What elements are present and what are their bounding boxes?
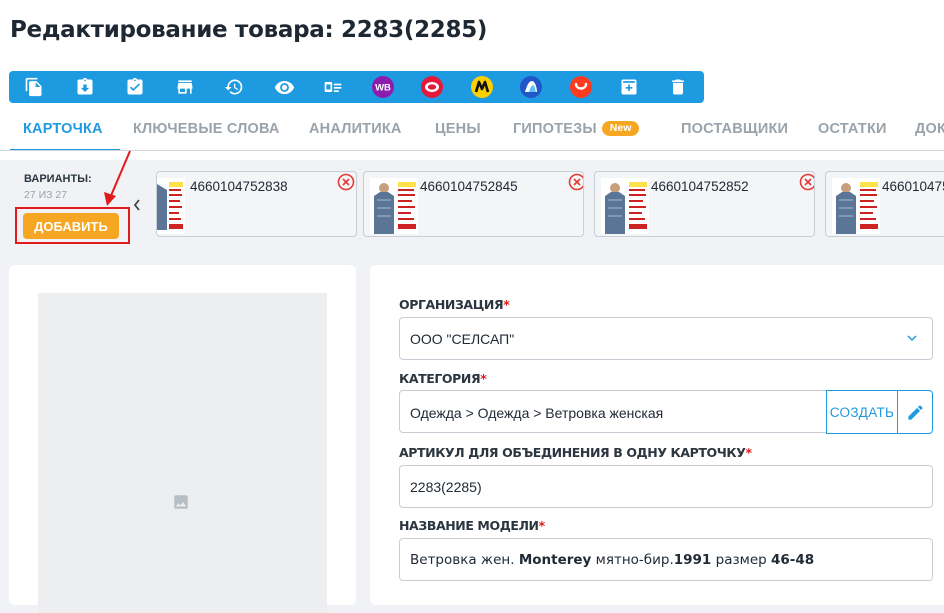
tab-bar: КАРТОЧКА КЛЮЧЕВЫЕ СЛОВА АНАЛИТИКА ЦЕНЫ Г…	[0, 113, 944, 151]
eye-icon[interactable]	[272, 75, 296, 99]
variant-code: 4660104752852	[651, 179, 749, 194]
edit-category-button[interactable]	[897, 390, 933, 434]
copy-icon[interactable]	[22, 75, 46, 99]
organization-value: ООО "СЕЛСАП"	[410, 331, 515, 347]
image-icon	[174, 495, 188, 509]
image-panel	[9, 265, 356, 613]
page-title: Редактирование товара: 2283(2285)	[10, 17, 488, 43]
wildberries-logo-icon[interactable]: WB	[371, 75, 395, 99]
remove-variant-icon[interactable]	[337, 173, 355, 191]
pencil-icon	[907, 404, 923, 420]
variant-code: 466010475	[882, 179, 944, 194]
action-toolbar: WB	[9, 71, 704, 103]
id-card-icon[interactable]	[321, 75, 345, 99]
article-value: 2283(2285)	[410, 479, 482, 495]
tab-hypotheses[interactable]: ГИПОТЕЗЫ New	[513, 121, 640, 137]
model-name-input[interactable]: Ветровка жен. Monterey мятно-бир.1991 ра…	[399, 538, 933, 581]
new-badge: New	[601, 121, 640, 136]
tabs-divider	[0, 150, 944, 151]
aliexpress-logo-icon[interactable]	[569, 75, 593, 99]
model-name-value: Ветровка жен. Monterey мятно-бир.1991 ра…	[410, 552, 815, 568]
archive-add-icon[interactable]	[617, 75, 641, 99]
tab-documents[interactable]: ДОК	[915, 121, 944, 137]
variant-card[interactable]: 4660104752852	[594, 171, 815, 237]
category-label: КАТЕГОРИЯ*	[399, 371, 487, 386]
product-thumbnail	[370, 178, 418, 234]
organization-label: ОРГАНИЗАЦИЯ*	[399, 297, 510, 312]
variants-count: 27 ИЗ 27	[24, 189, 68, 201]
ozon-logo-icon[interactable]	[420, 75, 444, 99]
variants-label: ВАРИАНТЫ:	[24, 173, 92, 185]
product-thumbnail	[157, 178, 185, 234]
chevron-down-icon	[907, 335, 917, 342]
product-thumbnail	[832, 178, 880, 234]
variant-code: 4660104752845	[420, 179, 518, 194]
trash-icon[interactable]	[666, 75, 690, 99]
tab-stock[interactable]: ОСТАТКИ	[818, 121, 887, 137]
tab-card[interactable]: КАРТОЧКА	[23, 121, 103, 137]
store-icon[interactable]	[173, 75, 197, 99]
category-field[interactable]: Одежда > Одежда > Ветровка женская	[399, 390, 829, 433]
create-category-button[interactable]: СОЗДАТЬ	[826, 390, 898, 434]
yandex-market-logo-icon[interactable]	[470, 75, 494, 99]
category-value: Одежда > Одежда > Ветровка женская	[410, 405, 664, 421]
history-icon[interactable]	[222, 75, 246, 99]
image-placeholder[interactable]	[38, 293, 327, 613]
variant-card[interactable]: 4660104752845	[363, 171, 584, 237]
variant-card[interactable]: 4660104752838	[156, 171, 357, 237]
remove-variant-icon[interactable]	[799, 173, 815, 191]
sbermegamarket-logo-icon[interactable]	[519, 75, 543, 99]
tab-keywords[interactable]: КЛЮЧЕВЫЕ СЛОВА	[133, 121, 280, 137]
tab-prices[interactable]: ЦЕНЫ	[435, 121, 481, 137]
tab-analytics[interactable]: АНАЛИТИКА	[309, 121, 402, 137]
tab-suppliers[interactable]: ПОСТАВЩИКИ	[681, 121, 788, 137]
article-label: АРТИКУЛ ДЛЯ ОБЪЕДИНЕНИЯ В ОДНУ КАРТОЧКУ*	[399, 445, 752, 460]
tab-hypotheses-label: ГИПОТЕЗЫ	[513, 121, 597, 137]
chevron-left-icon[interactable]	[130, 196, 144, 214]
download-icon[interactable]	[73, 75, 97, 99]
variant-card[interactable]: 466010475	[825, 171, 944, 237]
clipboard-check-icon[interactable]	[123, 75, 147, 99]
variant-code: 4660104752838	[190, 179, 288, 194]
product-thumbnail	[601, 178, 649, 234]
model-name-label: НАЗВАНИЕ МОДЕЛИ*	[399, 518, 545, 533]
svg-text:WB: WB	[375, 83, 391, 94]
remove-variant-icon[interactable]	[568, 173, 584, 191]
add-variant-button[interactable]: ДОБАВИТЬ	[23, 213, 119, 239]
article-input[interactable]: 2283(2285)	[399, 465, 933, 508]
organization-select[interactable]: ООО "СЕЛСАП"	[399, 317, 933, 360]
